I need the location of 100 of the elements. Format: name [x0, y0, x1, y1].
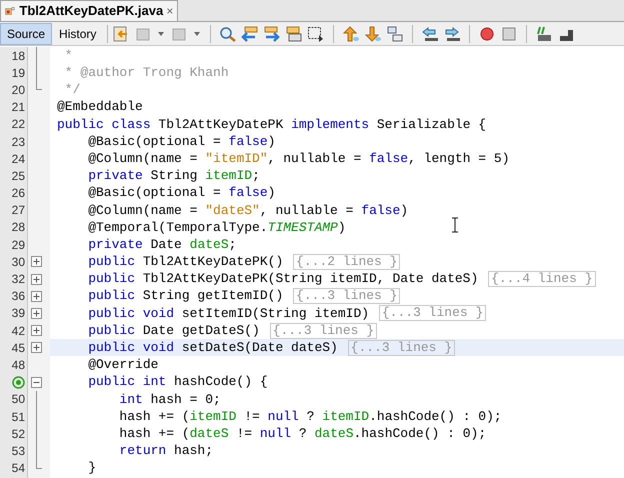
- expand-icon[interactable]: [31, 342, 42, 354]
- code-token: public: [87, 287, 136, 306]
- folded-code-box[interactable]: {...3 lines }: [378, 305, 486, 322]
- code-token: @Temporal(TemporalType.: [87, 218, 268, 237]
- line-number: 26: [12, 185, 25, 202]
- code-token: , nullable =: [260, 202, 354, 220]
- folded-code-box[interactable]: {...3 lines }: [293, 288, 400, 304]
- code-token: dateS: [190, 236, 229, 254]
- line-number: 22: [12, 116, 25, 134]
- code-token: hash += (: [118, 408, 190, 426]
- view-tab[interactable]: Source: [0, 22, 52, 44]
- code-token: ): [268, 132, 276, 151]
- line-number: 52: [12, 426, 25, 443]
- code-token: ;: [252, 167, 260, 186]
- next-occurrence-icon[interactable]: [263, 26, 282, 42]
- code-token: * @author Trong Khanh: [64, 64, 229, 82]
- folded-code-box[interactable]: {...3 lines }: [348, 340, 456, 356]
- code-token: TIMESTAMP: [268, 218, 338, 237]
- expand-icon[interactable]: [31, 308, 42, 319]
- line-number: 39: [12, 305, 25, 322]
- code-token: ;: [228, 236, 236, 254]
- selection-icon[interactable]: [307, 26, 326, 42]
- folded-code-box[interactable]: {...4 lines }: [488, 271, 596, 288]
- code-token: }: [87, 459, 96, 478]
- line-number: 28: [12, 219, 25, 236]
- code-token: @Column(name =: [87, 202, 198, 220]
- override-marker-icon[interactable]: [12, 376, 25, 389]
- code-token: null: [260, 424, 292, 443]
- code-token: @Column(name =: [87, 150, 198, 168]
- expand-icon[interactable]: [31, 325, 42, 336]
- code-token: ?: [298, 424, 308, 443]
- code-token: dateS: [314, 424, 354, 443]
- line-number: 21: [12, 99, 25, 116]
- code-token: Date getDateS(): [142, 322, 261, 340]
- line-number: 24: [12, 150, 25, 168]
- code-token: return: [118, 442, 166, 460]
- code-token: ): [268, 184, 276, 202]
- line-number: 42: [12, 322, 25, 340]
- caret-icon[interactable]: [194, 32, 200, 36]
- search-icon[interactable]: [219, 26, 238, 42]
- code-token: *: [64, 46, 73, 65]
- code-token: implements: [291, 116, 370, 134]
- shift-left-icon[interactable]: [421, 26, 440, 42]
- line-number: 23: [12, 134, 25, 151]
- code-token: hash += (: [118, 424, 190, 443]
- code-token: false: [361, 202, 400, 220]
- code-token: hash;: [173, 442, 214, 460]
- line-number: 19: [12, 64, 25, 82]
- caret-icon[interactable]: [158, 32, 164, 36]
- code-token: Serializable {: [376, 116, 486, 134]
- view-tab[interactable]: History: [52, 22, 104, 44]
- code-token: public void: [87, 304, 174, 323]
- file-tab[interactable]: Tbl2AttKeyDatePK.java: [0, 0, 178, 21]
- code-token: dateS: [190, 424, 229, 443]
- folded-code-box[interactable]: {...3 lines }: [270, 322, 378, 339]
- tab-title: Tbl2AttKeyDatePK.java: [19, 2, 164, 20]
- line-number: 54: [12, 460, 25, 478]
- line-number: 18: [12, 48, 25, 65]
- code-token: !=: [243, 408, 261, 426]
- code-token: ?: [306, 408, 316, 426]
- code-token: "dateS": [205, 202, 260, 220]
- java-file-icon: [5, 4, 16, 18]
- folded-code-box[interactable]: {...2 lines }: [293, 254, 400, 270]
- record-icon[interactable]: [478, 26, 496, 42]
- line-number: 51: [12, 408, 25, 426]
- line-number: 27: [12, 202, 25, 220]
- shift-right-icon[interactable]: [443, 26, 462, 42]
- code-token: Tbl2AttKeyDatePK(): [142, 253, 284, 272]
- shapes-icon[interactable]: [386, 26, 404, 42]
- down-arrow-icon[interactable]: [364, 26, 382, 42]
- code-token: public class: [57, 116, 151, 134]
- collapse-icon[interactable]: [31, 376, 42, 388]
- code-token: public void: [87, 339, 174, 358]
- line-number: 48: [12, 356, 25, 374]
- code-token: Tbl2AttKeyDatePK: [157, 116, 284, 134]
- line-number: 50: [12, 391, 25, 408]
- code-token: , nullable =: [268, 150, 362, 168]
- code-token: null: [268, 408, 299, 426]
- up-arrow-icon[interactable]: [342, 26, 360, 42]
- expand-icon[interactable]: [31, 256, 42, 268]
- code-token: private: [87, 167, 143, 186]
- highlight-icon[interactable]: [285, 26, 304, 42]
- code-token: itemID: [205, 167, 252, 186]
- code-token: Date: [150, 236, 183, 254]
- code-token: hashCode() {: [173, 373, 268, 392]
- code-token: private: [87, 236, 143, 254]
- text-cursor-icon: [451, 217, 459, 233]
- code-token: ): [338, 218, 346, 237]
- previous-occurrence-icon[interactable]: [241, 26, 260, 42]
- expand-icon[interactable]: [31, 290, 42, 302]
- stop-icon[interactable]: [500, 26, 518, 42]
- line-number: 30: [12, 254, 25, 271]
- close-icon[interactable]: [167, 6, 173, 16]
- comment-icon[interactable]: [535, 26, 554, 42]
- code-token: Tbl2AttKeyDatePK(String itemID, Date dateS): [142, 270, 480, 288]
- code-token: String: [150, 167, 198, 186]
- line-number: 20: [12, 82, 25, 99]
- code-token: !=: [235, 424, 254, 443]
- expand-icon[interactable]: [31, 274, 42, 285]
- code-token: public int: [87, 373, 166, 392]
